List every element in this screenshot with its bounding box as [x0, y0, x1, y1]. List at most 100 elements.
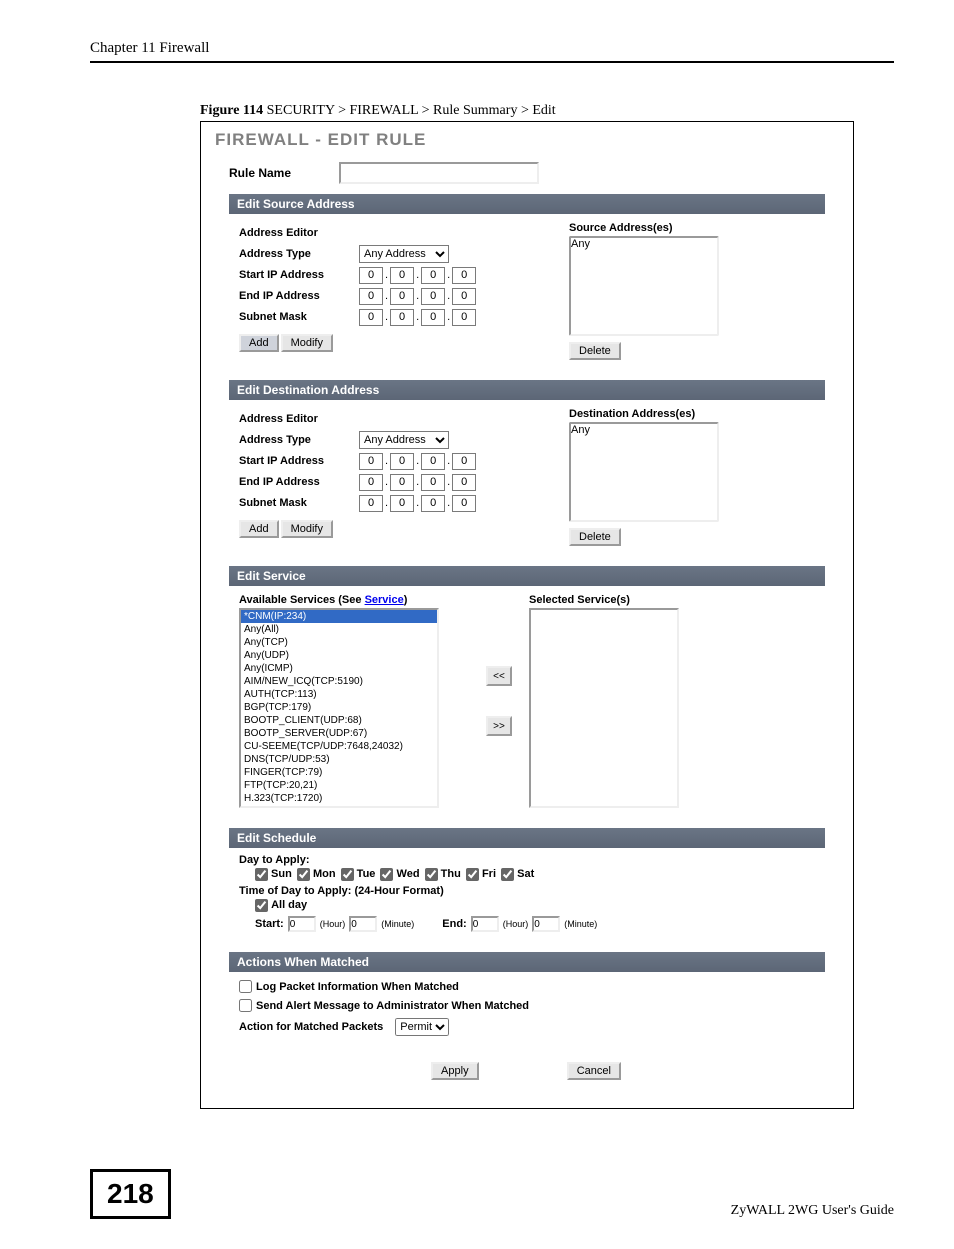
- rule-name-label: Rule Name: [229, 166, 339, 180]
- action-matched-select[interactable]: Permit: [395, 1018, 449, 1036]
- day-label-wed: Wed: [393, 868, 422, 880]
- day-checkbox-thu[interactable]: [425, 868, 438, 881]
- end-min-unit: (Minute): [564, 919, 597, 929]
- src-mask-2[interactable]: [390, 309, 414, 326]
- days-row: Sun Mon Tue Wed Thu Fri Sat: [255, 868, 815, 881]
- allday-checkbox[interactable]: [255, 899, 268, 912]
- dst-mask-label: Subnet Mask: [239, 497, 359, 509]
- src-start-ip-2[interactable]: [390, 267, 414, 284]
- dst-end-ip-2[interactable]: [390, 474, 414, 491]
- dst-mask-1[interactable]: [359, 495, 383, 512]
- end-hour-unit: (Hour): [503, 919, 529, 929]
- dst-delete-button[interactable]: Delete: [569, 528, 621, 546]
- dst-end-ip-4[interactable]: [452, 474, 476, 491]
- dst-mask-2[interactable]: [390, 495, 414, 512]
- dst-end-ip-1[interactable]: [359, 474, 383, 491]
- day-checkbox-sun[interactable]: [255, 868, 268, 881]
- section-service: Edit Service: [229, 566, 825, 586]
- apply-button[interactable]: Apply: [431, 1062, 479, 1080]
- dst-start-ip-2[interactable]: [390, 453, 414, 470]
- move-left-button[interactable]: <<: [486, 666, 512, 686]
- available-services-label: Available Services (See Service): [239, 594, 469, 606]
- src-mask-3[interactable]: [421, 309, 445, 326]
- dst-end-ip-3[interactable]: [421, 474, 445, 491]
- figure-caption: Figure 114 SECURITY > FIREWALL > Rule Su…: [200, 103, 854, 119]
- available-services-list[interactable]: *CNM(IP:234)Any(All)Any(TCP)Any(UDP)Any(…: [239, 608, 439, 808]
- dst-start-ip-3[interactable]: [421, 453, 445, 470]
- dst-addresses-title: Destination Address(es): [569, 408, 815, 420]
- src-addresses-title: Source Address(es): [569, 222, 815, 234]
- dst-start-ip-1[interactable]: [359, 453, 383, 470]
- src-add-button[interactable]: Add: [239, 334, 279, 352]
- section-dest-address: Edit Destination Address: [229, 380, 825, 400]
- dst-modify-button[interactable]: Modify: [281, 520, 333, 538]
- chapter-header: Chapter 11 Firewall: [90, 40, 894, 63]
- dst-address-type-label: Address Type: [239, 434, 359, 446]
- cancel-button[interactable]: Cancel: [567, 1062, 621, 1080]
- time-of-day-label: Time of Day to Apply: (24-Hour Format): [239, 885, 815, 897]
- dst-addresses-list[interactable]: Any: [569, 422, 719, 522]
- screenshot-panel: FIREWALL - EDIT RULE Rule Name Edit Sour…: [200, 121, 854, 1109]
- day-checkbox-wed[interactable]: [380, 868, 393, 881]
- section-source-address: Edit Source Address: [229, 194, 825, 214]
- day-to-apply-label: Day to Apply:: [239, 854, 815, 866]
- guide-title: ZyWALL 2WG User's Guide: [731, 1203, 894, 1219]
- allday-label: All day: [271, 899, 307, 911]
- end-hour-input[interactable]: [471, 916, 499, 932]
- src-address-editor-label: Address Editor: [239, 227, 359, 239]
- section-schedule: Edit Schedule: [229, 828, 825, 848]
- move-right-button[interactable]: >>: [486, 716, 512, 736]
- src-start-ip-label: Start IP Address: [239, 269, 359, 281]
- log-label: Log Packet Information When Matched: [256, 981, 459, 993]
- dst-mask-4[interactable]: [452, 495, 476, 512]
- panel-title: FIREWALL - EDIT RULE: [201, 122, 853, 152]
- day-checkbox-sat[interactable]: [501, 868, 514, 881]
- src-mask-label: Subnet Mask: [239, 311, 359, 323]
- day-label-sat: Sat: [514, 868, 534, 880]
- src-start-ip-4[interactable]: [452, 267, 476, 284]
- src-modify-button[interactable]: Modify: [281, 334, 333, 352]
- day-label-mon: Mon: [310, 868, 339, 880]
- alert-label: Send Alert Message to Administrator When…: [256, 1000, 529, 1012]
- day-checkbox-fri[interactable]: [466, 868, 479, 881]
- src-address-type-select[interactable]: Any Address: [359, 245, 449, 263]
- day-checkbox-mon[interactable]: [297, 868, 310, 881]
- selected-services-list[interactable]: [529, 608, 679, 808]
- alert-checkbox[interactable]: [239, 999, 252, 1012]
- selected-services-label: Selected Service(s): [529, 594, 679, 606]
- day-label-fri: Fri: [479, 868, 499, 880]
- start-hour-input[interactable]: [288, 916, 316, 932]
- dst-mask-3[interactable]: [421, 495, 445, 512]
- action-matched-label: Action for Matched Packets: [239, 1021, 383, 1033]
- start-label: Start:: [255, 918, 284, 930]
- dst-start-ip-label: Start IP Address: [239, 455, 359, 467]
- src-start-ip-1[interactable]: [359, 267, 383, 284]
- src-end-ip-4[interactable]: [452, 288, 476, 305]
- day-checkbox-tue[interactable]: [341, 868, 354, 881]
- src-address-type-label: Address Type: [239, 248, 359, 260]
- src-end-ip-1[interactable]: [359, 288, 383, 305]
- start-min-input[interactable]: [349, 916, 377, 932]
- src-end-ip-2[interactable]: [390, 288, 414, 305]
- end-label: End:: [442, 918, 466, 930]
- src-start-ip-3[interactable]: [421, 267, 445, 284]
- rule-name-input[interactable]: [339, 162, 539, 184]
- day-label-tue: Tue: [354, 868, 379, 880]
- day-label-sun: Sun: [268, 868, 295, 880]
- start-min-unit: (Minute): [381, 919, 414, 929]
- dst-start-ip-4[interactable]: [452, 453, 476, 470]
- end-min-input[interactable]: [532, 916, 560, 932]
- dst-address-editor-label: Address Editor: [239, 413, 359, 425]
- src-delete-button[interactable]: Delete: [569, 342, 621, 360]
- page-number: 218: [90, 1169, 171, 1219]
- dst-add-button[interactable]: Add: [239, 520, 279, 538]
- src-mask-4[interactable]: [452, 309, 476, 326]
- src-end-ip-label: End IP Address: [239, 290, 359, 302]
- log-checkbox[interactable]: [239, 980, 252, 993]
- src-addresses-list[interactable]: Any: [569, 236, 719, 336]
- service-link[interactable]: Service: [365, 594, 404, 606]
- src-end-ip-3[interactable]: [421, 288, 445, 305]
- src-mask-1[interactable]: [359, 309, 383, 326]
- start-hour-unit: (Hour): [320, 919, 346, 929]
- dst-address-type-select[interactable]: Any Address: [359, 431, 449, 449]
